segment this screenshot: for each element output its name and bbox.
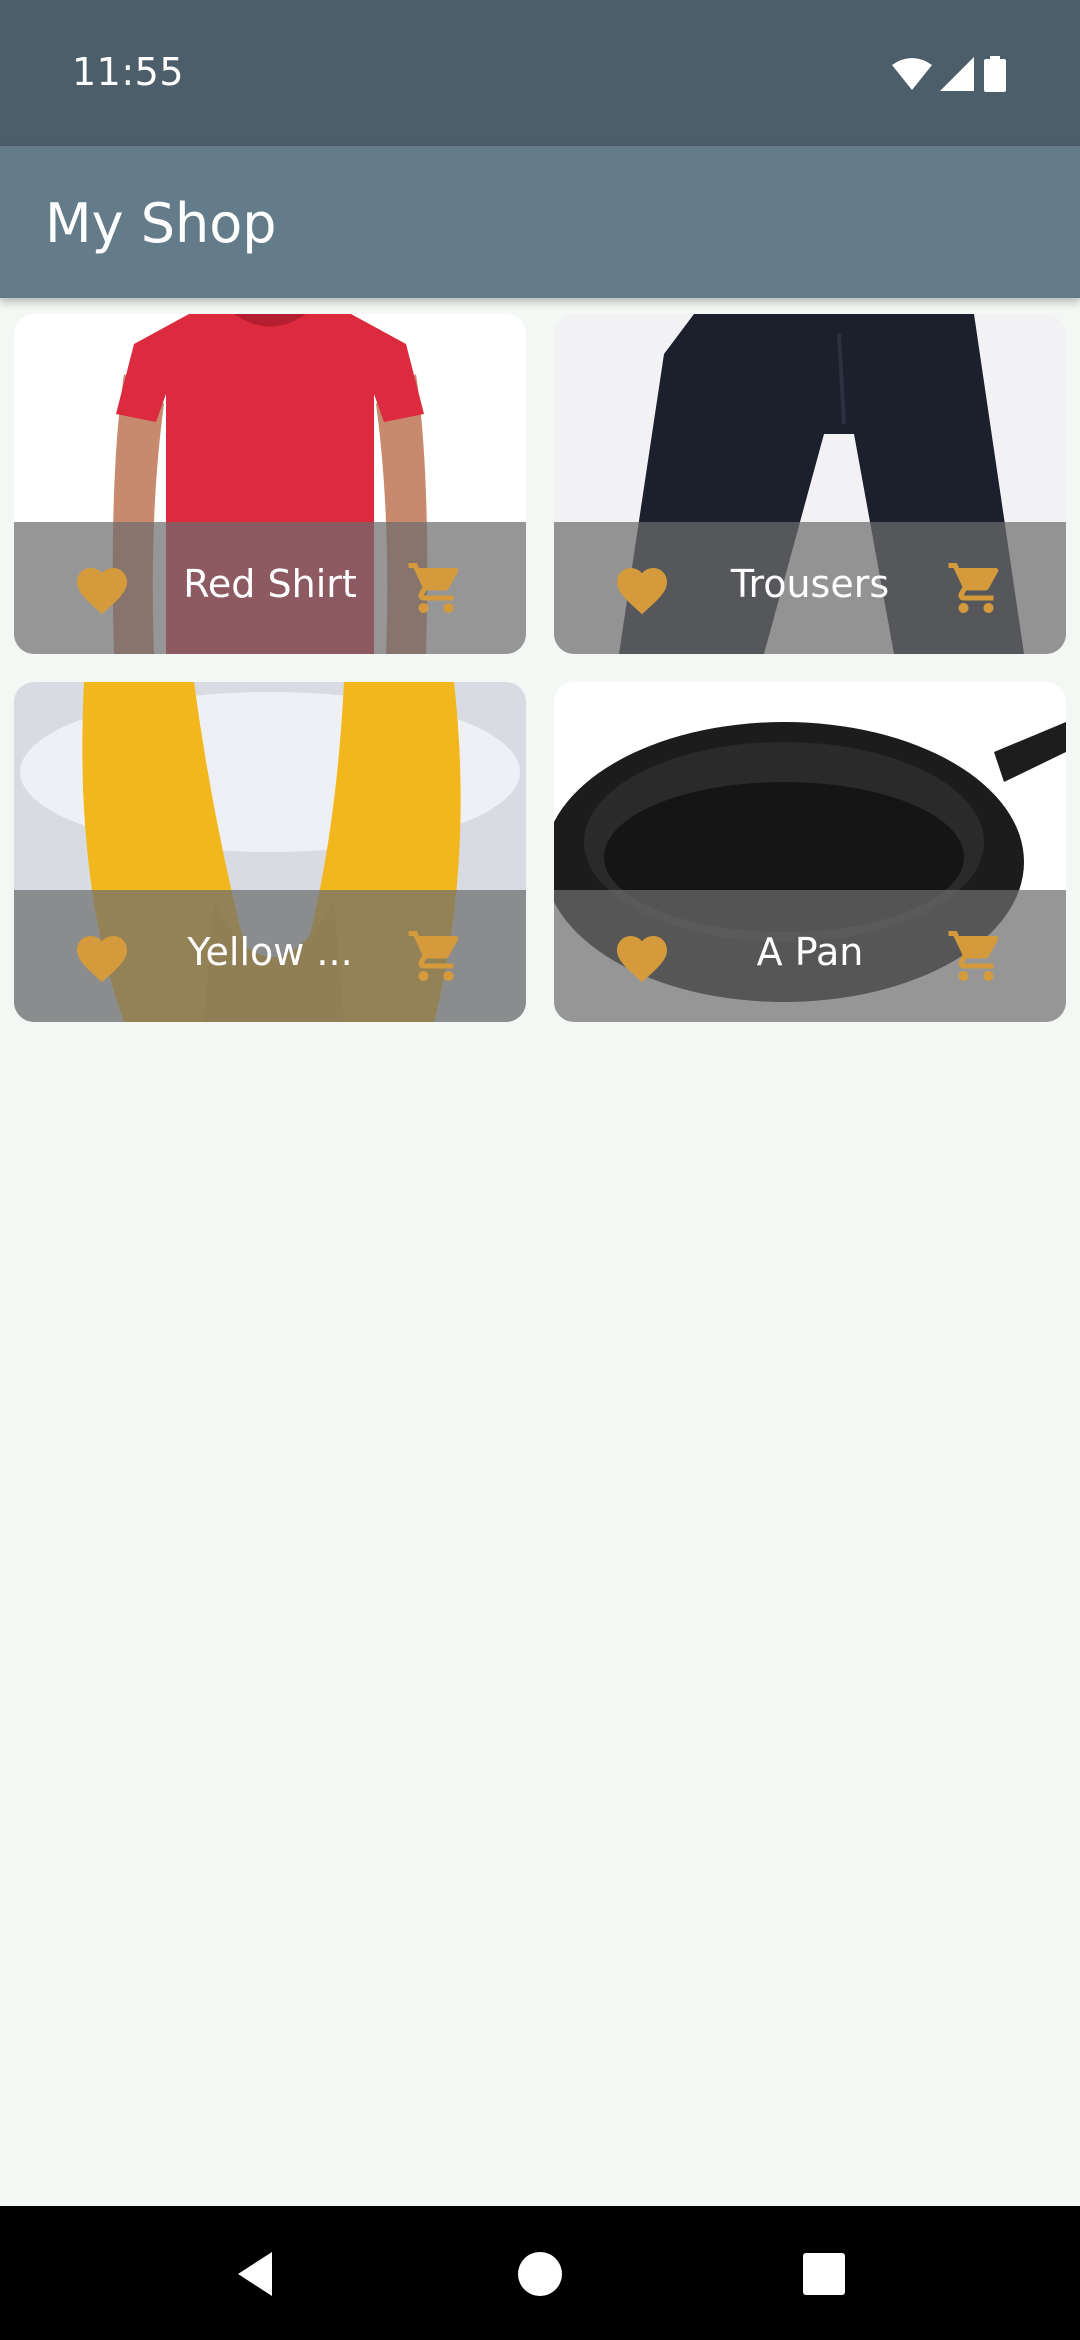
wifi-icon bbox=[892, 58, 932, 90]
product-card[interactable]: Red Shirt bbox=[14, 314, 526, 654]
app-title: My Shop bbox=[45, 192, 277, 255]
product-footer: Red Shirt bbox=[14, 522, 526, 654]
heart-icon[interactable] bbox=[612, 928, 672, 984]
home-icon[interactable] bbox=[508, 2242, 572, 2306]
cart-icon[interactable] bbox=[946, 926, 1006, 986]
heart-icon[interactable] bbox=[72, 928, 132, 984]
status-time: 11:55 bbox=[72, 50, 185, 94]
heart-icon[interactable] bbox=[612, 560, 672, 616]
product-card[interactable]: Yellow ... bbox=[14, 682, 526, 1022]
product-title: Yellow ... bbox=[187, 930, 353, 974]
cart-icon[interactable] bbox=[406, 558, 466, 618]
product-card[interactable]: Trousers bbox=[554, 314, 1066, 654]
battery-icon bbox=[984, 56, 1006, 92]
product-footer: A Pan bbox=[554, 890, 1066, 1022]
status-icons bbox=[892, 56, 1008, 92]
cart-icon[interactable] bbox=[406, 926, 466, 986]
product-title: Red Shirt bbox=[183, 562, 357, 606]
app-bar: My Shop bbox=[0, 146, 1080, 298]
cell-signal-icon bbox=[940, 57, 974, 91]
status-bar: 11:55 bbox=[0, 0, 1080, 146]
product-footer: Yellow ... bbox=[14, 890, 526, 1022]
product-title: A Pan bbox=[756, 930, 864, 974]
navigation-bar bbox=[0, 2206, 1080, 2340]
cart-icon[interactable] bbox=[946, 558, 1006, 618]
product-card[interactable]: A Pan bbox=[554, 682, 1066, 1022]
product-title: Trousers bbox=[730, 562, 890, 606]
heart-icon[interactable] bbox=[72, 560, 132, 616]
recents-icon[interactable] bbox=[792, 2242, 856, 2306]
back-icon[interactable] bbox=[224, 2242, 288, 2306]
product-footer: Trousers bbox=[554, 522, 1066, 654]
